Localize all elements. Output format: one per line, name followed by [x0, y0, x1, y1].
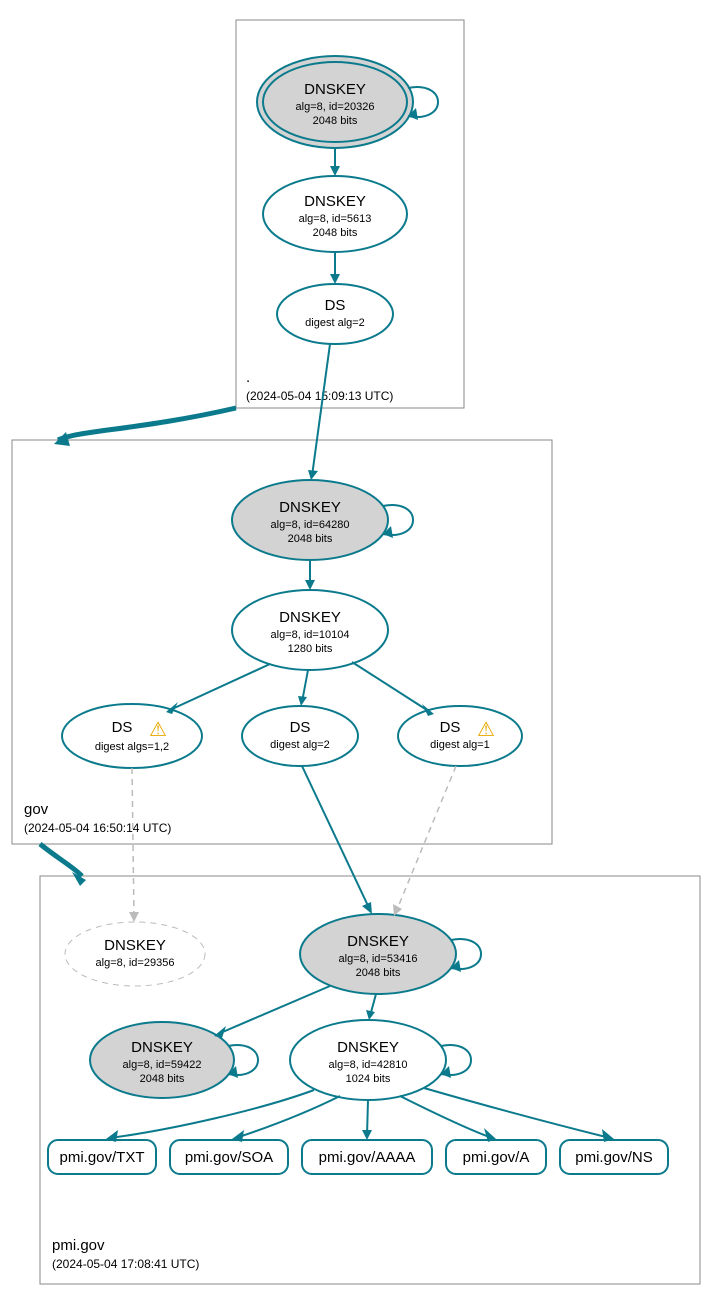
- svg-text:2048 bits: 2048 bits: [140, 1073, 185, 1085]
- rrset-soa: pmi.gov/SOA: [170, 1140, 288, 1174]
- warning-icon: ⚠: [477, 719, 495, 741]
- zone-gov-label: gov: [24, 801, 49, 818]
- rrset-ns: pmi.gov/NS: [560, 1140, 668, 1174]
- svg-text:pmi.gov/A: pmi.gov/A: [463, 1149, 530, 1166]
- svg-text:pmi.gov/AAAA: pmi.gov/AAAA: [319, 1149, 416, 1166]
- svg-text:alg=8, id=10104: alg=8, id=10104: [271, 629, 350, 641]
- svg-text:DNSKEY: DNSKEY: [104, 937, 166, 954]
- svg-text:DS: DS: [440, 719, 461, 736]
- zone-pmi-timestamp: (2024-05-04 17:08:41 UTC): [52, 1257, 199, 1271]
- zone-gov-timestamp: (2024-05-04 16:50:14 UTC): [24, 821, 171, 835]
- gov-ksk-node: DNSKEY alg=8, id=64280 2048 bits: [232, 480, 388, 560]
- rrset-txt: pmi.gov/TXT: [48, 1140, 156, 1174]
- svg-text:digest alg=1: digest alg=1: [430, 739, 490, 751]
- svg-text:digest algs=1,2: digest algs=1,2: [95, 741, 169, 753]
- gov-ds1-node: DS ⚠ digest algs=1,2: [62, 704, 202, 768]
- svg-text:DNSKEY: DNSKEY: [337, 1039, 399, 1056]
- svg-text:DNSKEY: DNSKEY: [279, 609, 341, 626]
- svg-text:2048 bits: 2048 bits: [313, 115, 358, 127]
- svg-text:pmi.gov/TXT: pmi.gov/TXT: [59, 1149, 144, 1166]
- svg-text:alg=8, id=42810: alg=8, id=42810: [329, 1059, 408, 1071]
- root-zsk-node: DNSKEY alg=8, id=5613 2048 bits: [263, 176, 407, 252]
- svg-text:DS: DS: [290, 719, 311, 736]
- pmi-missing-dnskey: DNSKEY alg=8, id=29356: [65, 922, 205, 986]
- svg-text:DNSKEY: DNSKEY: [131, 1039, 193, 1056]
- svg-text:alg=8, id=5613: alg=8, id=5613: [299, 213, 372, 225]
- rrset-a: pmi.gov/A: [446, 1140, 546, 1174]
- svg-text:2048 bits: 2048 bits: [288, 533, 333, 545]
- gov-ds2-node: DS digest alg=2: [242, 706, 358, 766]
- root-ksk-node: DNSKEY alg=8, id=20326 2048 bits: [257, 56, 413, 148]
- svg-text:DS: DS: [325, 297, 346, 314]
- svg-text:digest alg=2: digest alg=2: [270, 739, 330, 751]
- svg-text:DNSKEY: DNSKEY: [347, 933, 409, 950]
- pmi-zsk-node: DNSKEY alg=8, id=42810 1024 bits: [290, 1020, 446, 1100]
- gov-zsk-node: DNSKEY alg=8, id=10104 1280 bits: [232, 590, 388, 670]
- svg-text:2048 bits: 2048 bits: [313, 227, 358, 239]
- zone-root-label: .: [246, 369, 250, 386]
- svg-text:pmi.gov/NS: pmi.gov/NS: [575, 1149, 653, 1166]
- svg-text:DS: DS: [112, 719, 133, 736]
- svg-text:digest alg=2: digest alg=2: [305, 317, 365, 329]
- svg-text:DNSKEY: DNSKEY: [304, 81, 366, 98]
- svg-text:DNSKEY: DNSKEY: [279, 499, 341, 516]
- svg-text:DNSKEY: DNSKEY: [304, 193, 366, 210]
- root-ds-node: DS digest alg=2: [277, 284, 393, 344]
- zone-root-timestamp: (2024-05-04 15:09:13 UTC): [246, 389, 393, 403]
- svg-text:pmi.gov/SOA: pmi.gov/SOA: [185, 1149, 273, 1166]
- svg-text:alg=8, id=29356: alg=8, id=29356: [96, 957, 175, 969]
- svg-text:1280 bits: 1280 bits: [288, 643, 333, 655]
- svg-text:2048 bits: 2048 bits: [356, 967, 401, 979]
- svg-text:alg=8, id=59422: alg=8, id=59422: [123, 1059, 202, 1071]
- svg-text:alg=8, id=20326: alg=8, id=20326: [296, 101, 375, 113]
- gov-ds3-node: DS ⚠ digest alg=1: [398, 706, 522, 766]
- svg-text:alg=8, id=64280: alg=8, id=64280: [271, 519, 350, 531]
- rrset-aaaa: pmi.gov/AAAA: [302, 1140, 432, 1174]
- zone-pmi-label: pmi.gov: [52, 1237, 105, 1254]
- warning-icon: ⚠: [149, 719, 167, 741]
- pmi-key2-node: DNSKEY alg=8, id=59422 2048 bits: [90, 1022, 234, 1098]
- svg-text:alg=8, id=53416: alg=8, id=53416: [339, 953, 418, 965]
- svg-text:1024 bits: 1024 bits: [346, 1073, 391, 1085]
- pmi-ksk-node: DNSKEY alg=8, id=53416 2048 bits: [300, 914, 456, 994]
